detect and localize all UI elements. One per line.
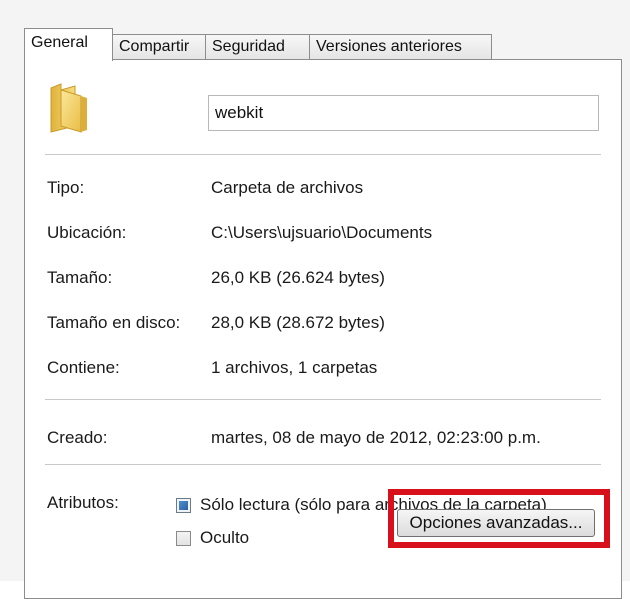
contiene-label: Contiene: (47, 358, 120, 377)
folder-name-input[interactable] (208, 95, 599, 131)
separator (45, 399, 601, 400)
tamano-label: Tamaño: (47, 268, 113, 287)
separator (45, 154, 601, 155)
atributos-label: Atributos: (47, 493, 119, 512)
tab-versiones-anteriores[interactable]: Versiones anteriores (309, 34, 492, 60)
folder-icon (50, 83, 87, 133)
contiene-value: 1 archivos, 1 carpetas (211, 358, 378, 377)
tamano-disco-value: 28,0 KB (28.672 bytes) (211, 313, 385, 332)
hidden-checkbox[interactable] (176, 531, 191, 546)
creado-value: martes, 08 de mayo de 2012, 02:23:00 p.m… (211, 428, 541, 447)
read-only-checkbox[interactable] (176, 498, 191, 513)
tab-seguridad[interactable]: Seguridad (205, 34, 310, 60)
separator (45, 464, 601, 465)
tamano-disco-label: Tamaño en disco: (47, 313, 181, 332)
tipo-value: Carpeta de archivos (211, 178, 364, 197)
tab-general[interactable]: General (24, 28, 113, 61)
tamano-value: 26,0 KB (26.624 bytes) (211, 268, 385, 287)
hidden-label[interactable]: Oculto (200, 528, 249, 548)
tipo-label: Tipo: (47, 178, 85, 197)
ubicacion-value: C:\Users\ujsuario\Documents (211, 223, 433, 242)
creado-label: Creado: (47, 428, 108, 447)
ubicacion-label: Ubicación: (47, 223, 127, 242)
tab-compartir[interactable]: Compartir (112, 34, 206, 60)
properties-dialog: General Compartir Seguridad Versiones an… (0, 0, 630, 599)
highlight-box (388, 489, 610, 548)
